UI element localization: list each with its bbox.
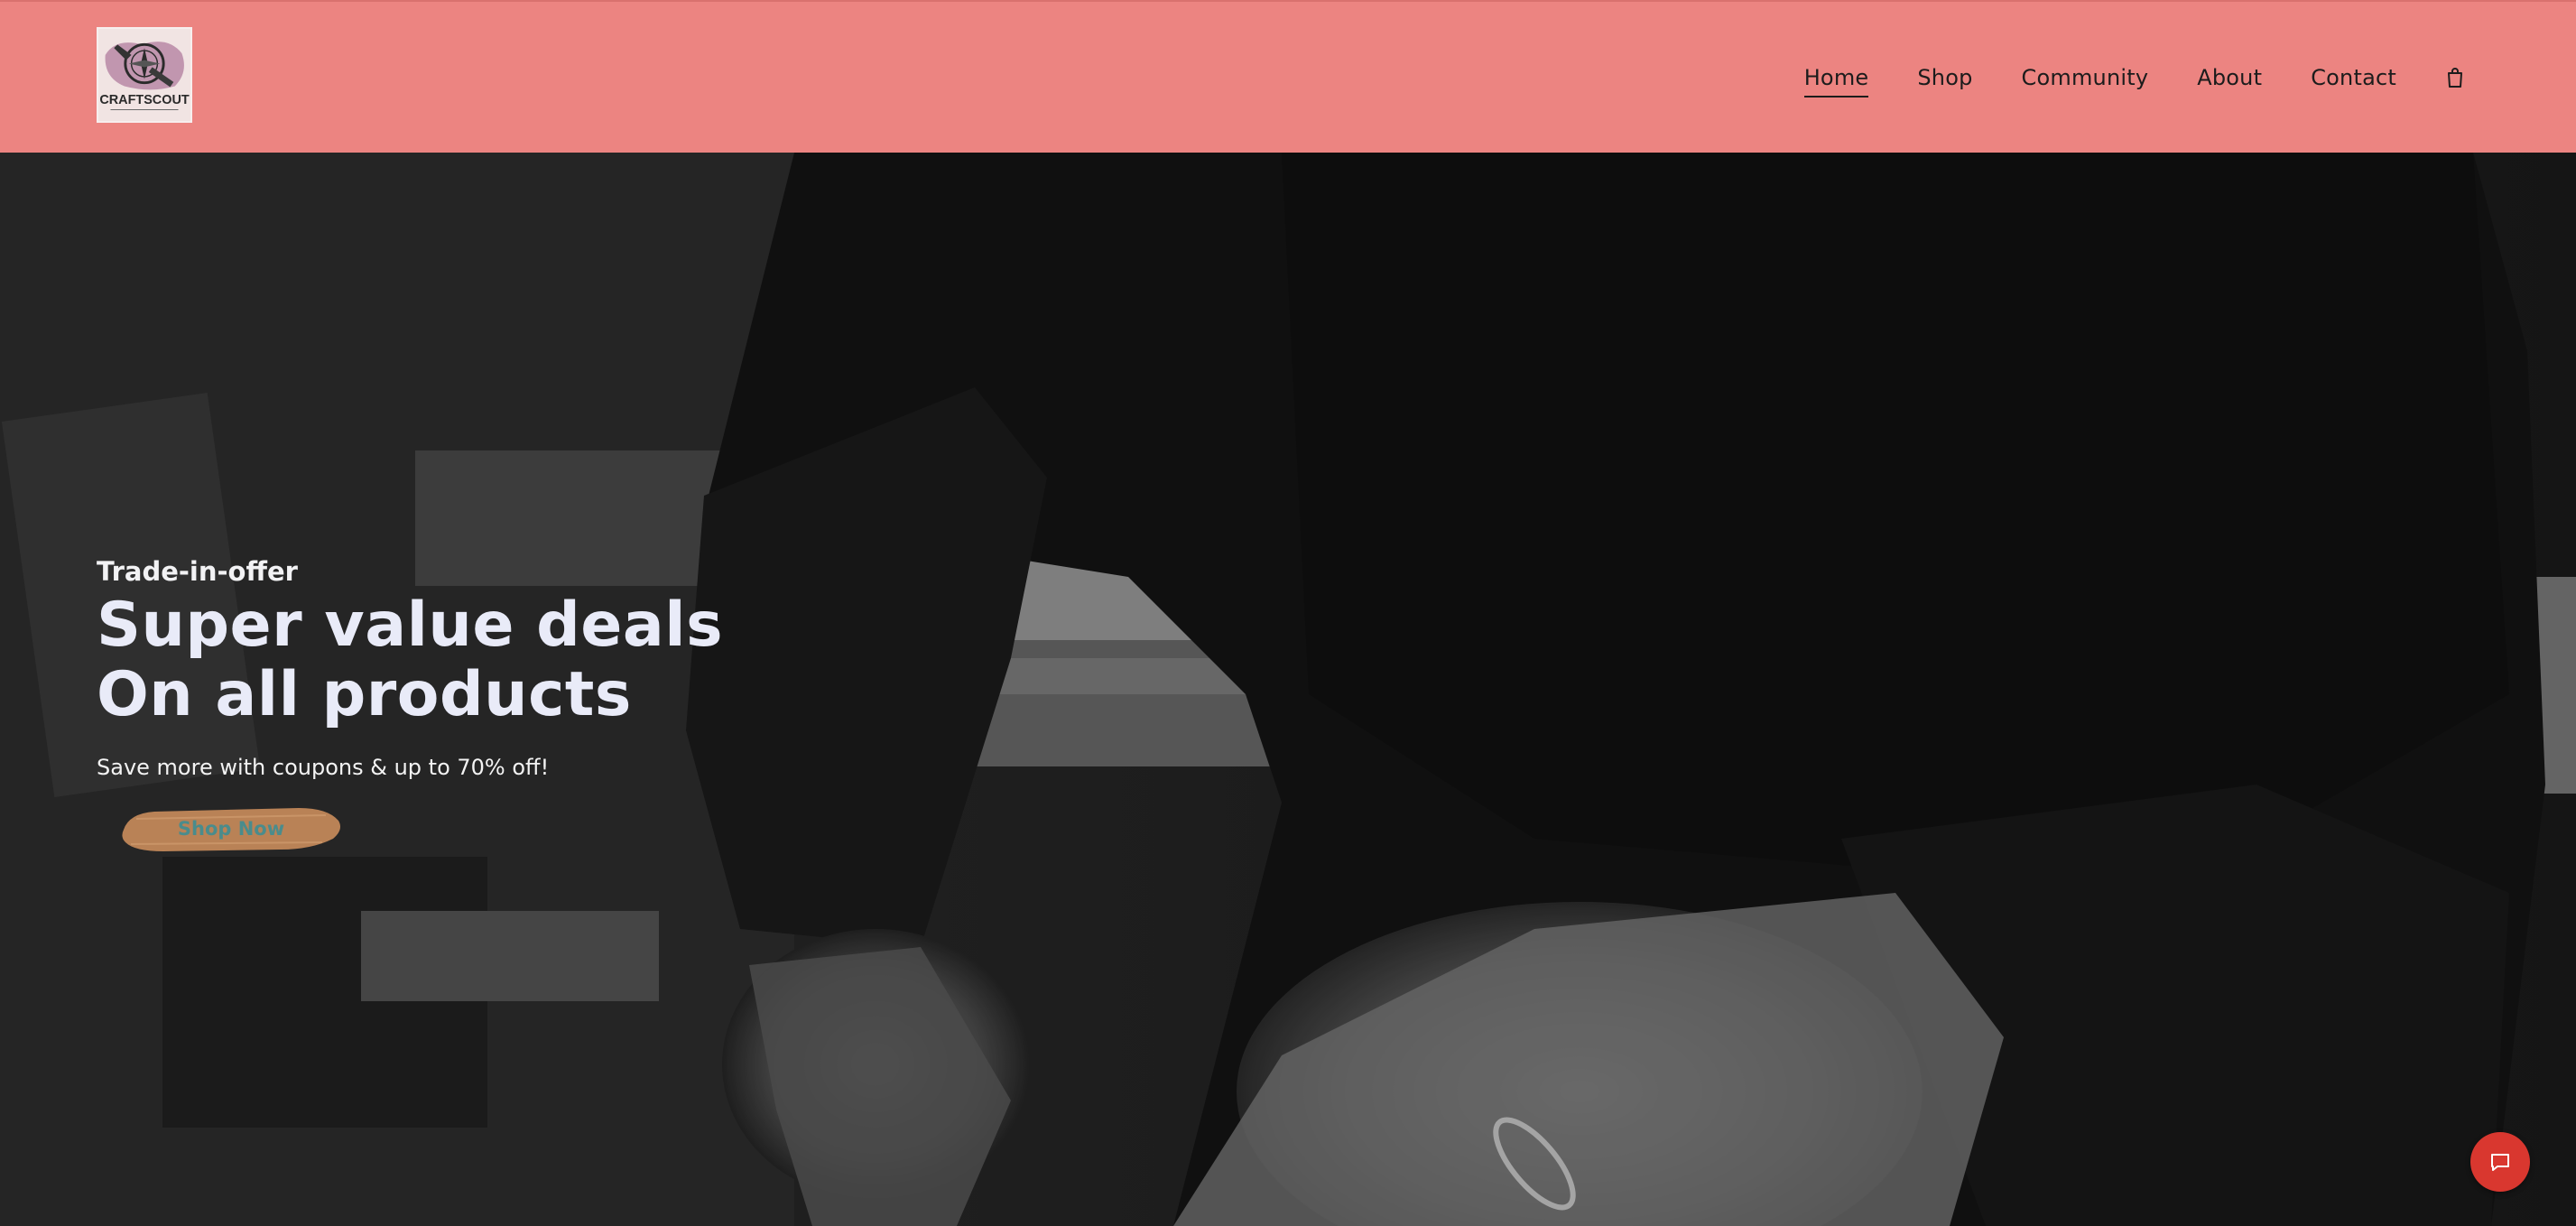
- chat-button[interactable]: [2470, 1132, 2530, 1192]
- hero-headline-line-2: On all products: [97, 658, 632, 730]
- shop-now-label: Shop Now: [177, 818, 285, 841]
- hero-eyebrow: Trade-in-offer: [97, 556, 298, 587]
- site-header: CRAFTSCOUT Home Shop Community About Con…: [0, 0, 2576, 153]
- craftscout-logo[interactable]: CRAFTSCOUT: [97, 27, 192, 123]
- nav-item-about[interactable]: About: [2197, 65, 2262, 90]
- compass-hammer-logo-icon: CRAFTSCOUT: [98, 29, 190, 121]
- shop-now-button[interactable]: Shop Now: [118, 803, 344, 855]
- chat-bubble-icon: [2491, 1154, 2509, 1171]
- main-nav: Home Shop Community About Contact: [1803, 56, 2465, 99]
- nav-item-home[interactable]: Home: [1803, 65, 1869, 98]
- shopping-bag-icon[interactable]: [2445, 67, 2465, 88]
- hero-subtext: Save more with coupons & up to 70% off!: [97, 755, 550, 781]
- page: CRAFTSCOUT Home Shop Community About Con…: [0, 0, 2576, 1226]
- hero-banner: Trade-in-offer Super value deals On all …: [0, 153, 2576, 1226]
- hero-headline-line-1: Super value deals: [97, 589, 724, 661]
- nav-item-shop[interactable]: Shop: [1917, 65, 1972, 90]
- nav-item-contact[interactable]: Contact: [2311, 65, 2396, 90]
- logo-wordmark: CRAFTSCOUT: [99, 93, 190, 107]
- hero-content: Trade-in-offer Super value deals On all …: [97, 556, 723, 855]
- nav-item-community[interactable]: Community: [2022, 65, 2149, 90]
- hero-headline: Super value deals On all products: [97, 589, 724, 730]
